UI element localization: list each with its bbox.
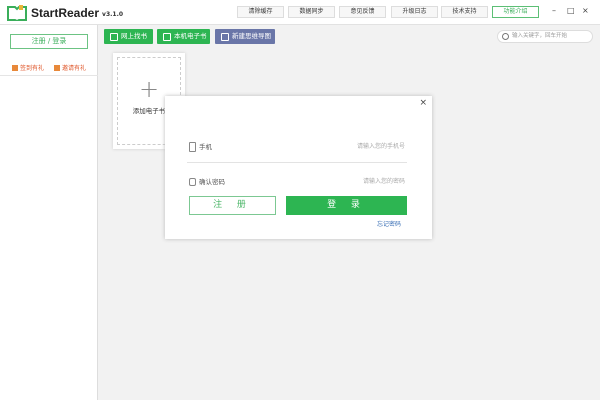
search-input[interactable]: 输入关键字，回车开始	[497, 30, 593, 43]
logo: StartReader v3.1.0	[7, 5, 123, 21]
checkin-link[interactable]: 签到有礼	[12, 63, 44, 72]
divider	[187, 162, 407, 163]
book-logo-icon	[7, 5, 27, 21]
changelog-button[interactable]: 升级日志	[391, 6, 438, 18]
login-dialog: × 手机 请输入您的手机号 确认密码 请输入您的密码 注 册 登 录 忘记密码	[165, 96, 432, 239]
divider	[0, 75, 98, 76]
lock-icon	[189, 178, 196, 186]
password-field[interactable]: 确认密码 请输入您的密码	[189, 176, 405, 186]
register-button[interactable]: 注 册	[189, 196, 276, 215]
title-bar: StartReader v3.1.0 清除缓存 数据同步 意见反馈 升级日志 技…	[0, 0, 600, 25]
password-label: 确认密码	[199, 178, 225, 186]
invite-link[interactable]: 邀请有礼	[54, 63, 86, 72]
new-mindmap-button[interactable]: 新建思维导图	[215, 29, 275, 44]
invite-label: 邀请有礼	[62, 65, 87, 72]
phone-icon	[189, 142, 196, 152]
phone-placeholder: 请输入您的手机号	[356, 143, 405, 150]
phone-label: 手机	[199, 143, 212, 151]
minimize-button[interactable]: –	[552, 6, 556, 15]
clear-cache-button[interactable]: 清除缓存	[237, 6, 284, 18]
phone-field[interactable]: 手机 请输入您的手机号	[189, 141, 405, 152]
support-button[interactable]: 技术支持	[441, 6, 488, 18]
gift-icon	[12, 64, 18, 71]
checkin-label: 签到有礼	[20, 65, 45, 72]
gift-icon	[54, 64, 60, 71]
login-button[interactable]: 登 录	[286, 196, 407, 215]
online-books-button[interactable]: 网上找书	[104, 29, 153, 44]
data-sync-button[interactable]: 数据同步	[288, 6, 335, 18]
sidebar: 注册 / 登录 签到有礼 邀请有礼	[0, 25, 98, 400]
dialog-close-icon[interactable]: ×	[419, 98, 427, 108]
app-version: v3.1.0	[102, 11, 124, 18]
app-name: StartReader	[31, 6, 100, 20]
maximize-button[interactable]: □	[567, 6, 575, 15]
password-placeholder: 请输入您的密码	[362, 178, 405, 185]
feedback-button[interactable]: 意见反馈	[339, 6, 386, 18]
local-ebook-button[interactable]: 本机电子书	[157, 29, 210, 44]
close-button[interactable]: ×	[582, 6, 589, 15]
register-login-button[interactable]: 注册 / 登录	[10, 34, 88, 49]
features-button[interactable]: 功能介绍	[492, 6, 539, 18]
forgot-password-link[interactable]: 忘记密码	[377, 219, 401, 228]
